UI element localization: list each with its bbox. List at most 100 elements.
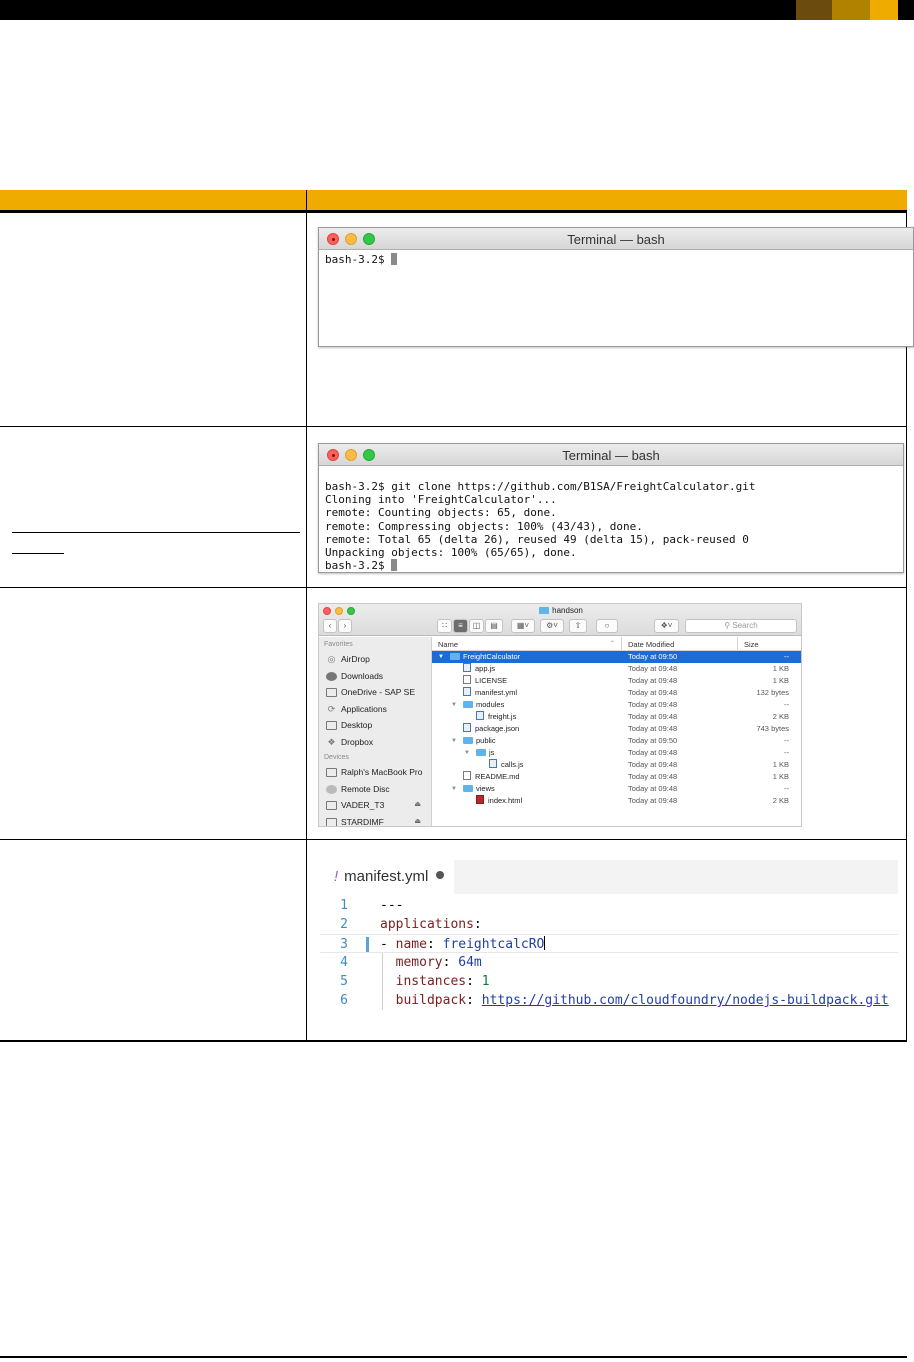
code-area[interactable]: 1 --- 2 applications: 3 - name: freightcalc… [320,896,898,1010]
file-name-text: README.md [475,772,520,781]
file-row[interactable]: package.json Today at 09:48 743 bytes [432,723,801,735]
disclosure-triangle-icon[interactable]: ▼ [451,699,457,711]
file-date: Today at 09:50 [628,652,678,661]
terminal-line: remote: Compressing objects: 100% (43/43… [325,519,643,533]
file-size: 1 KB [772,664,789,673]
file-icon [463,663,471,672]
code-text: memory: 64m [395,955,482,970]
editor-tab-manifest[interactable]: ! manifest.yml [320,860,454,894]
sidebar-item-onedrive[interactable]: OneDrive - SAP SE [319,684,431,701]
yaml-key: name [395,937,427,952]
sidebar-item-label: STARDIMF [341,816,384,827]
sidebar-section-devices: Devices [324,754,349,761]
share-button[interactable]: ⇧ [569,619,587,633]
icon-view-button[interactable]: ∷ [437,619,452,633]
code-line: 5 instances: 1 [320,972,898,991]
list-view-button[interactable]: ≡ [453,619,468,633]
disclosure-triangle-icon[interactable]: ▼ [438,651,444,663]
sidebar-item-macbook[interactable]: Ralph's MacBook Pro [319,764,431,781]
sidebar-item-stardimf[interactable]: STARDIMF ⏏ [319,814,431,827]
file-row[interactable]: LICENSE Today at 09:48 1 KB [432,675,801,687]
terminal-output[interactable]: bash-3.2$ git clone https://github.com/B… [319,466,903,572]
line-number: 6 [340,993,348,1008]
column-header-size[interactable]: Size [744,640,759,649]
column-view-button[interactable]: ◫ [469,619,484,633]
sidebar-item-vader[interactable]: VADER_T3 ⏏ [319,797,431,814]
search-input[interactable]: ⚲ Search [685,619,797,633]
downloads-icon [326,671,337,681]
eject-icon[interactable]: ⏏ [414,797,421,813]
drive-icon [326,801,337,810]
disclosure-triangle-icon[interactable]: ▼ [451,783,457,795]
sidebar-item-applications[interactable]: ⟳ Applications [319,701,431,718]
terminal-window-1: Terminal — bash bash-3.2$ [318,227,914,347]
file-name-text: app.js [475,664,496,673]
file-name: calls.js [489,759,524,771]
disc-icon [326,784,337,794]
dropbox-button[interactable]: ❖˅ [654,619,679,633]
file-row[interactable]: index.html Today at 09:48 2 KB [432,795,801,807]
code-text: instances: 1 [395,974,490,989]
terminal-titlebar: Terminal — bash [319,444,903,466]
disclosure-triangle-icon[interactable]: ▼ [464,747,470,759]
header-swatch-gold [870,0,898,20]
file-rows: ▼ FreightCalculator Today at 09:50 -- app.js… [432,651,801,807]
file-icon [463,723,471,732]
back-button[interactable]: ‹ [323,619,337,633]
column-header-date[interactable]: Date Modified [628,640,674,649]
search-placeholder: Search [732,621,758,630]
file-name: index.html [476,795,522,807]
file-row[interactable]: app.js Today at 09:48 1 KB [432,663,801,675]
finder-window-title: handson [319,606,801,615]
file-name: app.js [463,663,495,675]
sidebar-item-airdrop[interactable]: ◎ AirDrop [319,651,431,668]
file-size: -- [784,652,789,661]
file-size: -- [784,784,789,793]
folder-icon [463,701,473,708]
finder-sidebar: Favorites ◎ AirDrop Downloads OneDrive - … [319,637,432,827]
file-row[interactable]: manifest.yml Today at 09:48 132 bytes [432,687,801,699]
disclosure-triangle-icon[interactable]: ▼ [451,735,457,747]
terminal-line: bash-3.2$ git clone https://github.com/B… [325,480,756,493]
file-row[interactable]: ▼ views Today at 09:48 -- [432,783,801,795]
file-name-text: package.json [475,724,520,733]
sidebar-item-dropbox[interactable]: ❖ Dropbox [319,734,431,751]
terminal-title: Terminal — bash [567,232,665,247]
tags-button[interactable]: ○ [596,619,618,633]
file-row[interactable]: ▼ public Today at 09:50 -- [432,735,801,747]
action-gear-button[interactable]: ⚙˅ [540,619,564,633]
folder-icon [476,749,486,756]
yaml-value: 1 [481,974,490,989]
list-header: Name ⌃ Date Modified Size [432,637,801,651]
desktop-icon [326,721,337,730]
sidebar-item-label: Applications [341,703,387,714]
sidebar-item-remote-disc[interactable]: Remote Disc [319,781,431,798]
yaml-link-value[interactable]: https://github.com/cloudfoundry/nodejs-b… [482,993,889,1008]
folder-icon [539,607,550,614]
finder-file-list: Name ⌃ Date Modified Size ▼ FreightCalcul… [432,637,801,826]
file-row[interactable]: ▼ js Today at 09:48 -- [432,747,801,759]
sidebar-item-label: AirDrop [341,654,370,664]
terminal-line: bash-3.2$ [325,559,897,572]
forward-button[interactable]: › [338,619,352,633]
sidebar-item-downloads[interactable]: Downloads [319,668,431,685]
terminal-output[interactable]: bash-3.2$ [319,250,913,269]
file-name: manifest.yml [463,687,517,699]
terminal-prompt: bash-3.2$ [325,559,392,573]
file-row[interactable]: freight.js Today at 09:48 2 KB [432,711,801,723]
file-row[interactable]: ▼ modules Today at 09:48 -- [432,699,801,711]
hyperlink-underline[interactable] [12,532,300,533]
yaml-key: applications [380,917,474,932]
editor-tab-label: manifest.yml [344,868,429,885]
file-row[interactable]: ▼ FreightCalculator Today at 09:50 -- [432,651,801,663]
sidebar-item-desktop[interactable]: Desktop [319,717,431,734]
coverflow-view-button[interactable]: ▤ [485,619,503,633]
hyperlink-underline[interactable] [12,553,64,554]
file-name: LICENSE [463,675,507,687]
column-header-name[interactable]: Name [438,640,458,649]
file-row[interactable]: calls.js Today at 09:48 1 KB [432,759,801,771]
eject-icon[interactable]: ⏏ [414,814,421,827]
line-number: 5 [340,974,348,989]
file-row[interactable]: README.md Today at 09:48 1 KB [432,771,801,783]
arrange-button[interactable]: ▦˅ [511,619,535,633]
